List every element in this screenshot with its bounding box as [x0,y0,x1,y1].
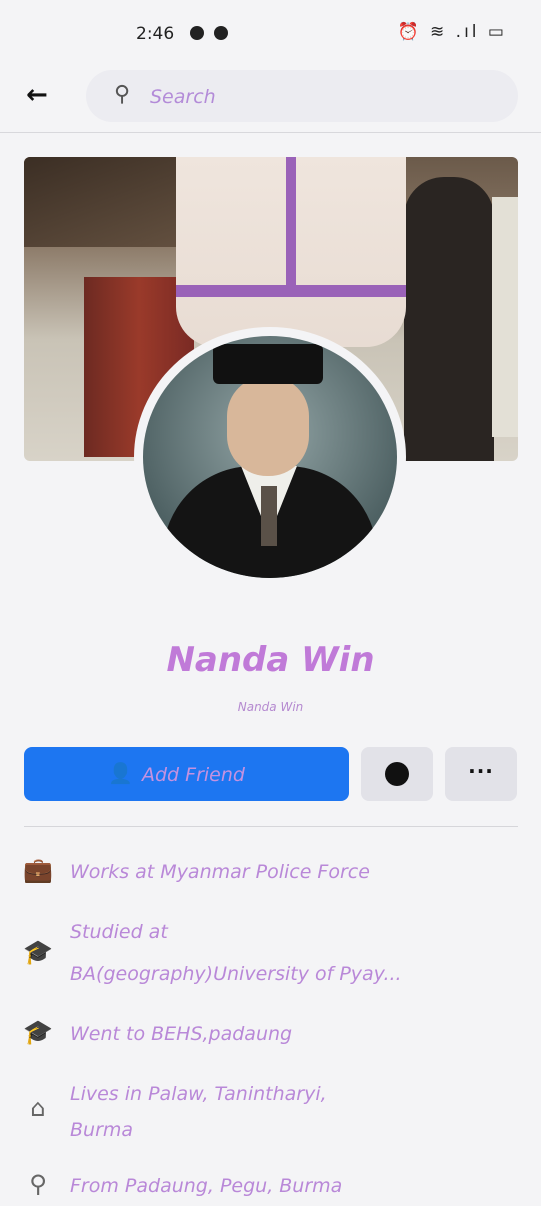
messenger-notification-icon [190,26,204,40]
info-text: Works at Myanmar Police Force [70,861,370,883]
add-friend-label: Add Friend [142,764,245,786]
more-button[interactable]: ··· [445,747,517,801]
briefcase-icon: 💼 [23,856,53,884]
graduation-cap-icon: 🎓 [23,938,53,966]
avatar-face [227,376,309,476]
info-text: Studied at [70,921,168,943]
profile-name: Nanda Win [166,640,375,680]
info-text: BA(geography)University of Pyay... [70,963,402,985]
profile-alt-name: Nanda Win [237,700,304,714]
search-bar[interactable]: ⚲ Search [86,70,518,122]
add-friend-icon: 👤 [108,761,133,785]
cover-tree [404,177,494,461]
graduation-cap-icon: 🎓 [23,1018,53,1046]
status-time: 2:46 [136,24,175,44]
add-friend-button[interactable]: 👤 Add Friend [24,747,349,801]
back-arrow-icon[interactable]: ← [26,80,48,110]
status-bar: 2:46 ⏰ ≋ .ıl ▭ [0,0,541,70]
info-text: Lives in Palaw, Tanintharyi, [70,1083,327,1105]
cover-pillar [492,197,518,437]
status-icons: ⏰ ≋ .ıl ▭ [397,22,507,42]
more-icon: ··· [468,759,494,783]
dress-trim [286,157,296,287]
avatar-cap [213,344,323,384]
avatar-tie [261,486,277,546]
search-placeholder: Search [150,86,216,108]
location-pin-icon: ⚲ [29,1170,47,1198]
messenger-icon [385,762,409,786]
top-bar: ← ⚲ Search [0,64,541,133]
search-icon: ⚲ [114,82,131,107]
dress-sash [176,285,406,297]
info-text: From Padaung, Pegu, Burma [70,1175,343,1197]
info-text: Went to BEHS,padaung [70,1023,293,1045]
info-text: Burma [70,1119,134,1141]
facebook-notification-icon [214,26,228,40]
home-icon: ⌂ [30,1094,46,1122]
message-button[interactable] [361,747,433,801]
divider [24,826,518,827]
cover-person [176,157,406,347]
avatar[interactable] [143,336,397,578]
